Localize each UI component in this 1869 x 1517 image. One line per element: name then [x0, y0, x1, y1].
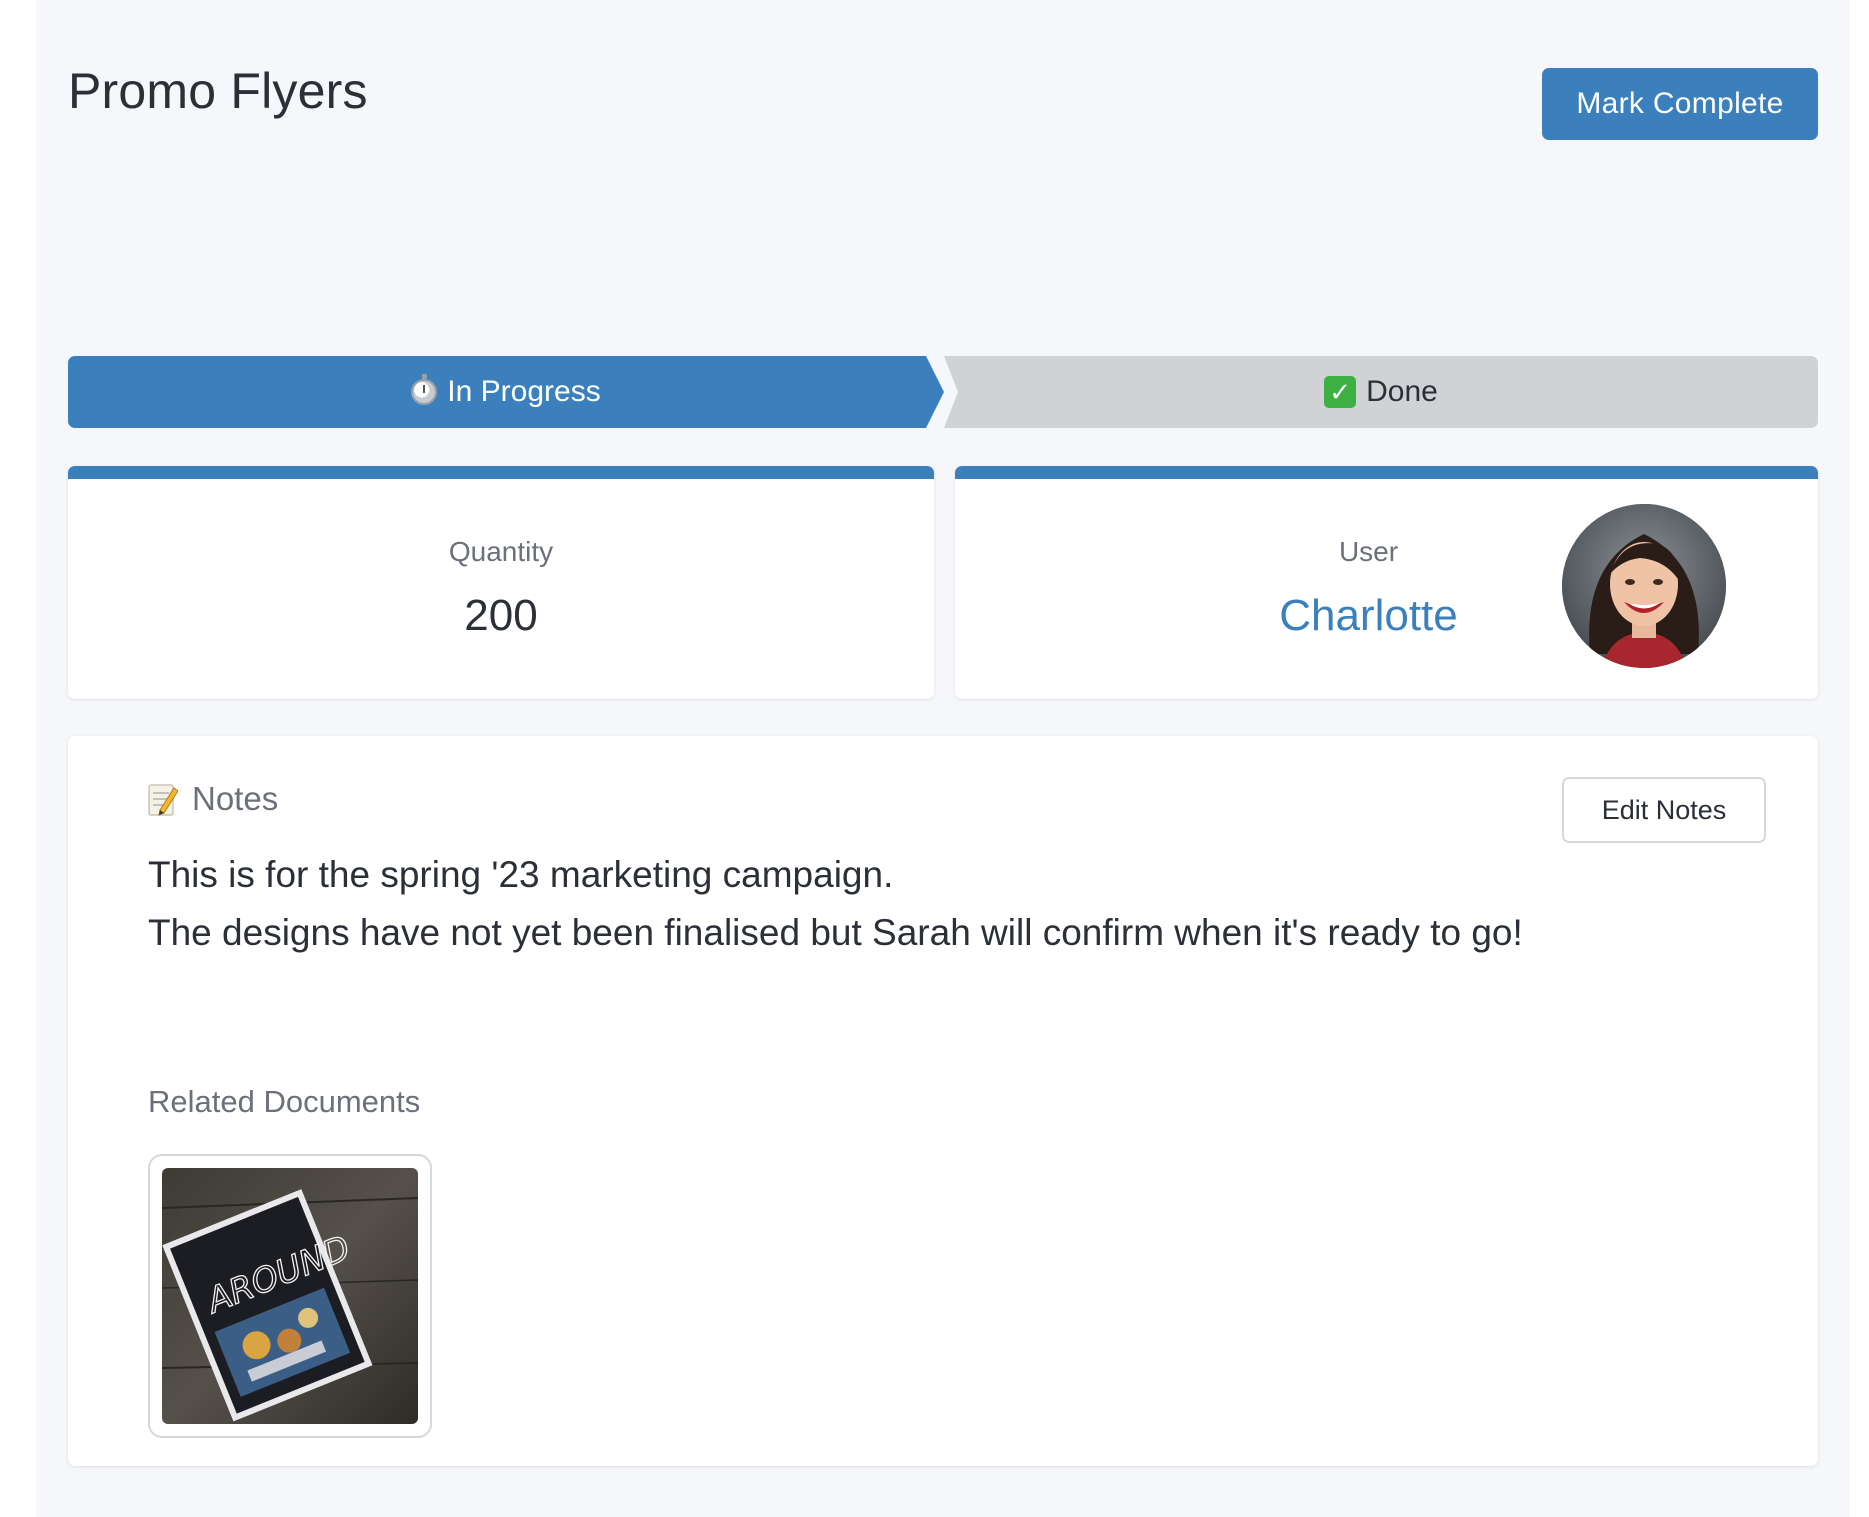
quantity-label: Quantity — [448, 536, 554, 567]
user-avatar[interactable] — [1562, 504, 1726, 668]
user-avatar-photo — [1562, 504, 1726, 668]
related-document-thumbnail[interactable]: AROUND — [148, 1154, 432, 1438]
step-in-progress[interactable]: In Progress — [68, 356, 944, 428]
quantity-value: 200 — [464, 591, 538, 640]
card-accent-bar — [955, 466, 1818, 479]
step-in-progress-label: In Progress — [447, 375, 601, 408]
mark-complete-button[interactable]: Mark Complete — [1542, 68, 1818, 140]
notes-body: This is for the spring '23 marketing cam… — [148, 846, 1523, 962]
quantity-card: Quantity 200 — [68, 466, 934, 699]
step-done-label: Done — [1366, 375, 1438, 408]
card-accent-bar — [68, 466, 934, 479]
page-title: Promo Flyers — [68, 63, 368, 119]
stopwatch-icon — [411, 374, 438, 405]
notes-heading-label: Notes — [192, 780, 279, 817]
notes-heading: Notes — [148, 780, 278, 818]
related-documents-heading: Related Documents — [148, 1084, 421, 1119]
user-card: User Charlotte — [955, 466, 1818, 699]
check-mark-icon: ✓ — [1324, 376, 1357, 408]
task-detail-page: Promo Flyers Mark Complete In Progress ✓… — [36, 0, 1850, 1517]
edit-notes-button[interactable]: Edit Notes — [1562, 777, 1766, 843]
magazine-thumbnail: AROUND — [162, 1168, 418, 1424]
notes-card: Notes Edit Notes This is for the spring … — [68, 736, 1818, 1466]
memo-icon — [148, 782, 179, 816]
status-stepper: In Progress ✓ Done — [68, 356, 1818, 428]
notes-line: This is for the spring '23 marketing cam… — [148, 854, 894, 895]
user-name-link[interactable]: Charlotte — [1279, 591, 1458, 640]
step-done[interactable]: ✓ Done — [944, 356, 1818, 428]
notes-line: The designs have not yet been finalised … — [148, 912, 1523, 953]
